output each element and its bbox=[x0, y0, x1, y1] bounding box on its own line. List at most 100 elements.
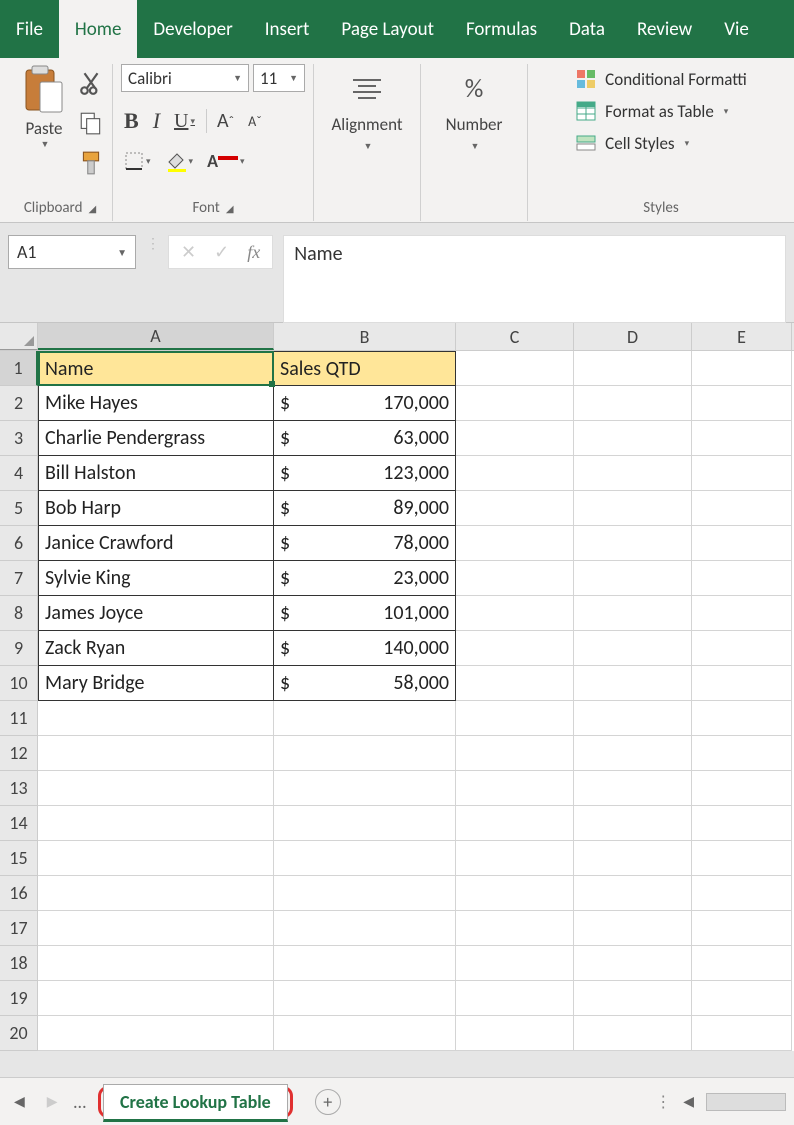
row-header-17[interactable]: 17 bbox=[0, 911, 38, 946]
cell[interactable] bbox=[574, 946, 692, 981]
cell[interactable]: $23,000 bbox=[274, 561, 456, 596]
tab-home[interactable]: Home bbox=[59, 0, 138, 58]
name-box[interactable]: A1 ▼ bbox=[8, 235, 136, 269]
cell[interactable]: Sylvie King bbox=[38, 561, 274, 596]
format-painter-icon[interactable] bbox=[78, 150, 104, 180]
cell[interactable] bbox=[574, 841, 692, 876]
cell[interactable] bbox=[574, 666, 692, 701]
cell[interactable]: Bill Halston bbox=[38, 456, 274, 491]
dialog-launcher-icon[interactable]: ◢ bbox=[226, 202, 234, 215]
row-header-1[interactable]: 1 bbox=[0, 351, 38, 386]
fill-color-button[interactable]: ▾ bbox=[162, 150, 197, 172]
tab-page-layout[interactable]: Page Layout bbox=[325, 0, 450, 58]
tab-view[interactable]: Vie bbox=[708, 0, 765, 58]
borders-button[interactable]: ▾ bbox=[121, 151, 154, 171]
cell[interactable] bbox=[692, 491, 792, 526]
enter-icon[interactable]: ✓ bbox=[214, 241, 229, 263]
row-header-11[interactable]: 11 bbox=[0, 701, 38, 736]
cell[interactable]: Mike Hayes bbox=[38, 386, 274, 421]
cell-styles-button[interactable]: Cell Styles ▾ bbox=[575, 132, 747, 154]
cell[interactable]: $58,000 bbox=[274, 666, 456, 701]
cell[interactable] bbox=[692, 596, 792, 631]
row-header-13[interactable]: 13 bbox=[0, 771, 38, 806]
cell[interactable] bbox=[274, 981, 456, 1016]
cell[interactable] bbox=[692, 981, 792, 1016]
cell[interactable] bbox=[456, 701, 574, 736]
cell[interactable] bbox=[456, 806, 574, 841]
cell[interactable] bbox=[574, 456, 692, 491]
cell[interactable] bbox=[574, 596, 692, 631]
dialog-launcher-icon[interactable]: ◢ bbox=[88, 202, 96, 215]
cell[interactable] bbox=[692, 876, 792, 911]
cell[interactable] bbox=[456, 386, 574, 421]
cell[interactable] bbox=[38, 701, 274, 736]
cell[interactable] bbox=[38, 1016, 274, 1051]
cell[interactable] bbox=[456, 771, 574, 806]
cell[interactable] bbox=[456, 736, 574, 771]
row-header-15[interactable]: 15 bbox=[0, 841, 38, 876]
cell[interactable] bbox=[456, 876, 574, 911]
row-header-4[interactable]: 4 bbox=[0, 456, 38, 491]
cell[interactable]: James Joyce bbox=[38, 596, 274, 631]
italic-button[interactable]: I bbox=[150, 108, 163, 134]
cell[interactable] bbox=[574, 561, 692, 596]
row-header-6[interactable]: 6 bbox=[0, 526, 38, 561]
cell[interactable] bbox=[692, 526, 792, 561]
cell[interactable]: $123,000 bbox=[274, 456, 456, 491]
font-size-select[interactable]: 11 ▼ bbox=[253, 64, 305, 92]
cell[interactable] bbox=[274, 771, 456, 806]
cell[interactable] bbox=[692, 421, 792, 456]
cell[interactable] bbox=[274, 876, 456, 911]
cell[interactable]: Mary Bridge bbox=[38, 666, 274, 701]
cell[interactable]: Charlie Pendergrass bbox=[38, 421, 274, 456]
cancel-icon[interactable]: ✕ bbox=[181, 241, 196, 263]
cell[interactable] bbox=[692, 561, 792, 596]
cell[interactable] bbox=[38, 981, 274, 1016]
row-header-16[interactable]: 16 bbox=[0, 876, 38, 911]
cell[interactable] bbox=[38, 806, 274, 841]
cell[interactable] bbox=[456, 981, 574, 1016]
cell[interactable] bbox=[274, 946, 456, 981]
cell[interactable] bbox=[692, 666, 792, 701]
cell[interactable] bbox=[38, 911, 274, 946]
row-header-9[interactable]: 9 bbox=[0, 631, 38, 666]
cell[interactable] bbox=[274, 701, 456, 736]
cell[interactable] bbox=[574, 1016, 692, 1051]
add-sheet-button[interactable]: + bbox=[315, 1089, 341, 1115]
cell[interactable]: $101,000 bbox=[274, 596, 456, 631]
row-header-12[interactable]: 12 bbox=[0, 736, 38, 771]
cell[interactable] bbox=[574, 631, 692, 666]
cells-area[interactable]: NameSales QTDMike Hayes$170,000Charlie P… bbox=[38, 351, 792, 1051]
cell[interactable] bbox=[38, 771, 274, 806]
cell[interactable] bbox=[38, 946, 274, 981]
cell[interactable] bbox=[274, 1016, 456, 1051]
underline-button[interactable]: U▾ bbox=[171, 110, 198, 133]
cell[interactable] bbox=[692, 771, 792, 806]
cell[interactable] bbox=[574, 491, 692, 526]
scrollbar-track[interactable] bbox=[706, 1093, 786, 1111]
cell[interactable] bbox=[274, 736, 456, 771]
col-header-A[interactable]: A bbox=[38, 323, 274, 350]
cell[interactable]: Zack Ryan bbox=[38, 631, 274, 666]
formula-bar-input[interactable]: Name bbox=[283, 235, 786, 323]
cell[interactable] bbox=[574, 771, 692, 806]
cell[interactable] bbox=[692, 701, 792, 736]
row-header-14[interactable]: 14 bbox=[0, 806, 38, 841]
cell[interactable] bbox=[456, 491, 574, 526]
cell[interactable]: Name bbox=[38, 351, 274, 386]
col-header-D[interactable]: D bbox=[574, 323, 692, 350]
cell[interactable] bbox=[692, 736, 792, 771]
cut-icon[interactable] bbox=[78, 70, 104, 100]
cell[interactable] bbox=[38, 736, 274, 771]
col-header-C[interactable]: C bbox=[456, 323, 574, 350]
scroll-left-icon[interactable]: ◀ bbox=[677, 1089, 700, 1114]
cell[interactable]: Bob Harp bbox=[38, 491, 274, 526]
row-header-7[interactable]: 7 bbox=[0, 561, 38, 596]
cell[interactable] bbox=[574, 806, 692, 841]
cell[interactable] bbox=[692, 806, 792, 841]
font-name-select[interactable]: Calibri ▼ bbox=[121, 64, 249, 92]
tab-developer[interactable]: Developer bbox=[137, 0, 248, 58]
cell[interactable] bbox=[692, 386, 792, 421]
cell[interactable] bbox=[456, 841, 574, 876]
paste-button[interactable]: Paste ▼ bbox=[16, 64, 72, 150]
